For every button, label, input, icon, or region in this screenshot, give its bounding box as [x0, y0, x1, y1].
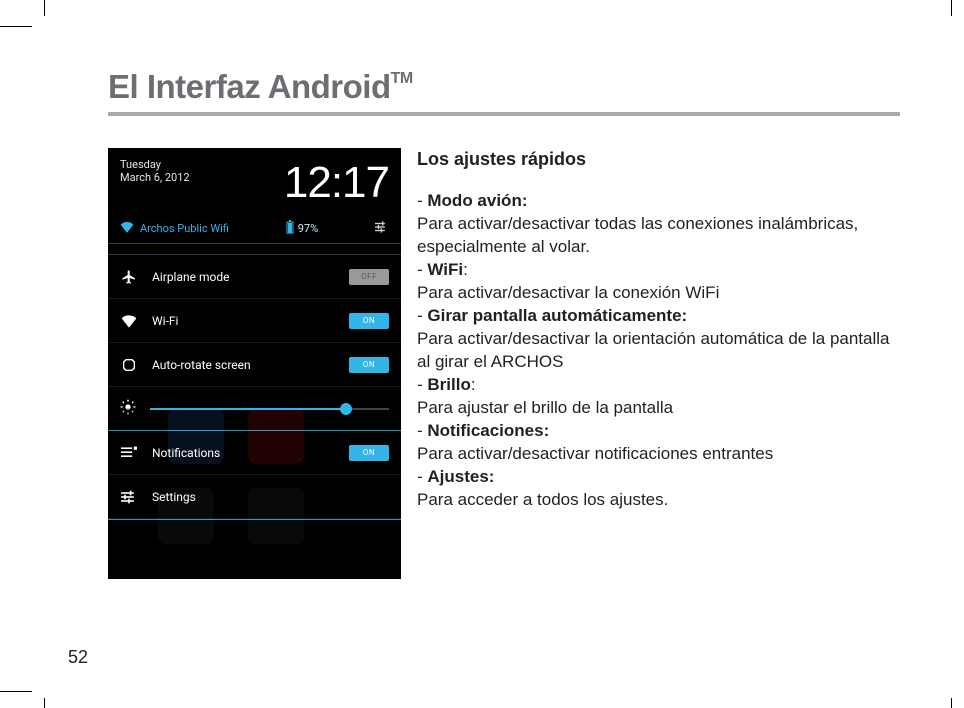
- item-notif: - Notificaciones:: [417, 419, 900, 442]
- row-autorotate[interactable]: Auto-rotate screen ON: [108, 343, 401, 387]
- settings-label: Settings: [152, 490, 389, 504]
- item-ajustes: - Ajustes:: [417, 465, 900, 488]
- title-main: El Interfaz Android: [108, 68, 391, 105]
- item-girar: - Girar pantalla automáticamente:: [417, 304, 900, 327]
- airplane-toggle[interactable]: OFF: [349, 269, 389, 285]
- item-ajustes-desc: Para acceder a todos los ajustes.: [417, 488, 900, 511]
- battery-pct: 97%: [298, 222, 318, 235]
- autorotate-icon: [120, 356, 138, 374]
- notifications-label: Notifications: [152, 446, 335, 460]
- status-bar: Tuesday March 6, 2012 12:17: [108, 148, 401, 216]
- autorotate-label: Auto-rotate screen: [152, 358, 335, 372]
- battery-icon: [286, 220, 294, 237]
- autorotate-toggle[interactable]: ON: [349, 357, 389, 373]
- wifi-toggle[interactable]: ON: [349, 313, 389, 329]
- item-notif-desc: Para activar/desactivar notificaciones e…: [417, 442, 900, 465]
- airplane-icon: [120, 268, 138, 286]
- row-notifications[interactable]: Notifications ON: [108, 431, 401, 475]
- settings-icon: [120, 488, 138, 506]
- brightness-slider[interactable]: [150, 408, 389, 410]
- row-settings[interactable]: Settings: [108, 475, 401, 519]
- page-content: El Interfaz AndroidTM Tuesday March 6, 2…: [108, 68, 900, 579]
- item-modo-avion-desc: Para activar/desactivar todas las conexi…: [417, 212, 900, 258]
- row-wifi[interactable]: Wi-Fi ON: [108, 299, 401, 343]
- description-column: Los ajustes rápidos - Modo avión: Para a…: [417, 148, 900, 579]
- item-wifi-desc: Para activar/desactivar la conexión WiFi: [417, 281, 900, 304]
- status-date: Tuesday March 6, 2012: [120, 158, 190, 216]
- status-clock: 12:17: [284, 158, 389, 216]
- airplane-label: Airplane mode: [152, 270, 335, 284]
- item-brillo-desc: Para ajustar el brillo de la pantalla: [417, 396, 900, 419]
- item-wifi: - WiFi:: [417, 258, 900, 281]
- wifi-label: Wi-Fi: [152, 314, 335, 328]
- title-rule: [108, 112, 900, 116]
- status-row2: Archos Public Wifi 97%: [108, 216, 401, 243]
- item-modo-avion: - Modo avión:: [417, 189, 900, 212]
- notifications-icon: [120, 444, 138, 462]
- date-line1: Tuesday: [120, 158, 190, 171]
- item-girar-desc: Para activar/desactivar la orientación a…: [417, 327, 900, 373]
- quick-settings-screenshot: Tuesday March 6, 2012 12:17 Archos Publi…: [108, 148, 401, 579]
- item-brillo: - Brillo:: [417, 373, 900, 396]
- page-number: 52: [68, 647, 88, 668]
- wifi-icon: [120, 221, 134, 236]
- wifi-network-label: Archos Public Wifi: [140, 222, 229, 235]
- date-line2: March 6, 2012: [120, 171, 190, 184]
- settings-small-icon: [375, 221, 389, 236]
- wifi-row-icon: [120, 312, 138, 330]
- section-heading: Los ajustes rápidos: [417, 148, 900, 171]
- page-title: El Interfaz AndroidTM: [108, 68, 900, 112]
- notifications-toggle[interactable]: ON: [349, 445, 389, 461]
- title-tm: TM: [391, 70, 413, 87]
- row-airplane[interactable]: Airplane mode OFF: [108, 255, 401, 299]
